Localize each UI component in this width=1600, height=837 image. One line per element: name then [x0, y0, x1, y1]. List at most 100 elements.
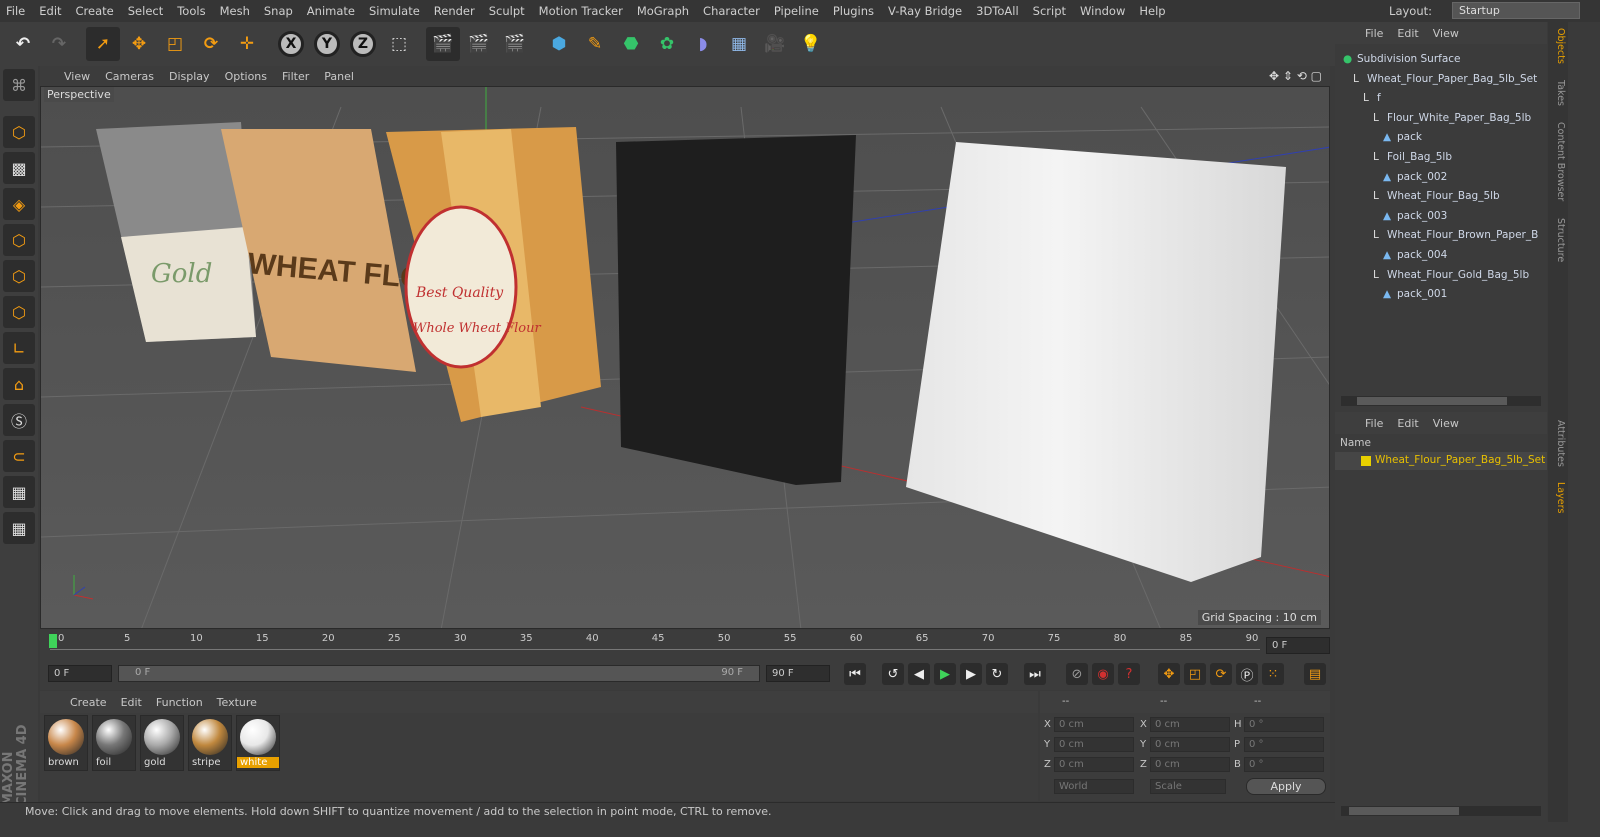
- object-tree-row[interactable]: ▲ pack_002: [1383, 168, 1447, 187]
- layer-name[interactable]: Wheat_Flour_Paper_Bag_5lb_Set: [1375, 454, 1545, 466]
- coord-field-y[interactable]: 0 cm: [1150, 737, 1230, 752]
- camera-icon[interactable]: 🎥: [758, 27, 792, 61]
- object-tree-row[interactable]: ▲ pack_003: [1383, 207, 1447, 226]
- y-axis-button[interactable]: Y: [310, 27, 344, 61]
- coord-field-b[interactable]: 0 °: [1244, 757, 1324, 772]
- object-tree-row[interactable]: L Wheat_Flour_Brown_Paper_B: [1373, 226, 1538, 245]
- undo-icon[interactable]: ↶: [6, 27, 40, 61]
- menu-item-plugins[interactable]: Plugins: [833, 4, 874, 18]
- viewport-menu-options[interactable]: Options: [225, 70, 267, 83]
- points-mode-icon[interactable]: ⬡: [3, 224, 35, 256]
- object-tree-row[interactable]: ▲ pack_004: [1383, 246, 1447, 265]
- tab-content-browser[interactable]: Content Browser: [1550, 122, 1566, 201]
- key-parameter-icon[interactable]: Ⓟ: [1236, 663, 1258, 685]
- object-name[interactable]: Wheat_Flour_Gold_Bag_5lb: [1387, 269, 1529, 281]
- object-tree-row[interactable]: L Wheat_Flour_Bag_5lb: [1373, 187, 1500, 206]
- tab-objects[interactable]: Objects: [1550, 28, 1566, 64]
- object-tree-row[interactable]: ▲ pack_001: [1383, 285, 1447, 304]
- key-rotation-icon[interactable]: ⟳: [1210, 663, 1232, 685]
- previous-frame-icon[interactable]: ◀: [908, 663, 930, 685]
- tab-attributes[interactable]: Attributes: [1550, 420, 1566, 467]
- coord-field-x[interactable]: 0 cm: [1054, 717, 1134, 732]
- object-name[interactable]: pack_002: [1397, 171, 1447, 183]
- frame-range-slider[interactable]: 0 F 90 F: [118, 665, 760, 682]
- object-tree-row[interactable]: ● Subdivision Surface: [1343, 50, 1461, 69]
- render-view-icon[interactable]: 🎬: [426, 27, 460, 61]
- menu-item-create[interactable]: Create: [76, 4, 114, 18]
- snap-icon[interactable]: ⊂: [3, 440, 35, 472]
- menu-item-window[interactable]: Window: [1080, 4, 1125, 18]
- object-name[interactable]: f: [1377, 92, 1381, 104]
- transform-tool-icon[interactable]: ✛: [230, 27, 264, 61]
- go-to-end-icon[interactable]: ⏭: [1024, 663, 1046, 685]
- key-pla-icon[interactable]: ⁙: [1262, 663, 1284, 685]
- viewport-menu-panel[interactable]: Panel: [324, 70, 354, 83]
- cube-primitive-icon[interactable]: ⬢: [542, 27, 576, 61]
- viewport-nav-icons[interactable]: ✥ ⇕ ⟲ ▢: [1269, 69, 1322, 83]
- mograph-cloner-icon[interactable]: ✿: [650, 27, 684, 61]
- material-menu-texture[interactable]: Texture: [217, 696, 257, 709]
- tab-structure[interactable]: Structure: [1550, 218, 1566, 262]
- material-swatch-foil[interactable]: foil: [92, 715, 136, 771]
- menu-item-render[interactable]: Render: [434, 4, 475, 18]
- rotate-tool-icon[interactable]: ⟳: [194, 27, 228, 61]
- polygons-mode-icon[interactable]: ⬡: [3, 296, 35, 328]
- material-menu-edit[interactable]: Edit: [121, 696, 142, 709]
- menu-item-mesh[interactable]: Mesh: [220, 4, 250, 18]
- layer-menu-edit[interactable]: Edit: [1397, 417, 1418, 430]
- object-name[interactable]: pack_003: [1397, 210, 1447, 222]
- go-to-start-icon[interactable]: ⏮: [844, 663, 866, 685]
- object-manager-scrollbar[interactable]: [1341, 396, 1541, 406]
- coord-field-x[interactable]: 0 cm: [1150, 717, 1230, 732]
- object-name[interactable]: pack: [1397, 131, 1422, 143]
- layer-manager-scrollbar[interactable]: [1341, 806, 1541, 816]
- object-tree-row[interactable]: ▲ pack: [1383, 128, 1422, 147]
- menu-item-select[interactable]: Select: [128, 4, 163, 18]
- object-tree-row[interactable]: L Wheat_Flour_Gold_Bag_5lb: [1373, 266, 1529, 285]
- light-icon[interactable]: 💡: [794, 27, 828, 61]
- coordinate-system-icon[interactable]: ⬚: [382, 27, 416, 61]
- texture-mode-icon[interactable]: ▩: [3, 152, 35, 184]
- object-name[interactable]: Subdivision Surface: [1357, 53, 1461, 65]
- autokey-icon[interactable]: ◉: [1092, 663, 1114, 685]
- object-tree-row[interactable]: L Wheat_Flour_Paper_Bag_5lb_Set: [1353, 70, 1537, 89]
- floor-icon[interactable]: ▦: [722, 27, 756, 61]
- menu-item-v-ray-bridge[interactable]: V-Ray Bridge: [888, 4, 962, 18]
- menu-item-simulate[interactable]: Simulate: [369, 4, 420, 18]
- edges-mode-icon[interactable]: ⬡: [3, 260, 35, 292]
- object-menu-file[interactable]: File: [1365, 27, 1383, 40]
- scale-tool-icon[interactable]: ◰: [158, 27, 192, 61]
- foil-bag[interactable]: [616, 135, 856, 485]
- layer-menu-file[interactable]: File: [1365, 417, 1383, 430]
- object-name[interactable]: Flour_White_Paper_Bag_5lb: [1387, 112, 1531, 124]
- perspective-viewport[interactable]: Gold WHEAT FLOUR Best Quality Whole Whea…: [40, 86, 1330, 629]
- object-menu-edit[interactable]: Edit: [1397, 27, 1418, 40]
- deformer-icon[interactable]: ◗: [686, 27, 720, 61]
- menu-item-file[interactable]: File: [6, 4, 25, 18]
- menu-item-sculpt[interactable]: Sculpt: [489, 4, 525, 18]
- timeline-window-icon[interactable]: ▤: [1304, 663, 1326, 685]
- layer-row[interactable]: Wheat_Flour_Paper_Bag_5lb_Set: [1335, 452, 1547, 470]
- scale-mode-dropdown[interactable]: Scale: [1150, 779, 1226, 794]
- coord-field-z[interactable]: 0 cm: [1054, 757, 1134, 772]
- coord-mode-dropdown[interactable]: World: [1054, 779, 1134, 794]
- menu-item-edit[interactable]: Edit: [39, 4, 61, 18]
- planar-workplane-icon[interactable]: ▦: [3, 512, 35, 544]
- menu-item-pipeline[interactable]: Pipeline: [774, 4, 819, 18]
- end-frame-field[interactable]: 90 F: [766, 665, 830, 682]
- z-axis-button[interactable]: Z: [346, 27, 380, 61]
- viewport-menu-cameras[interactable]: Cameras: [105, 70, 154, 83]
- object-name[interactable]: Foil_Bag_5lb: [1387, 151, 1452, 163]
- coord-field-z[interactable]: 0 cm: [1150, 757, 1230, 772]
- current-frame-field[interactable]: 0 F: [1266, 637, 1330, 654]
- menu-item-3dtoall[interactable]: 3DToAll: [976, 4, 1019, 18]
- apply-button[interactable]: Apply: [1246, 778, 1326, 795]
- object-name[interactable]: pack_004: [1397, 249, 1447, 261]
- lock-workplane-icon[interactable]: ▦: [3, 476, 35, 508]
- material-swatch-brown[interactable]: brown: [44, 715, 88, 771]
- object-name[interactable]: Wheat_Flour_Brown_Paper_B: [1387, 229, 1538, 241]
- menu-item-script[interactable]: Script: [1033, 4, 1066, 18]
- tab-takes[interactable]: Takes: [1550, 80, 1566, 106]
- layout-dropdown[interactable]: Startup: [1452, 2, 1580, 19]
- menu-item-motion-tracker[interactable]: Motion Tracker: [539, 4, 623, 18]
